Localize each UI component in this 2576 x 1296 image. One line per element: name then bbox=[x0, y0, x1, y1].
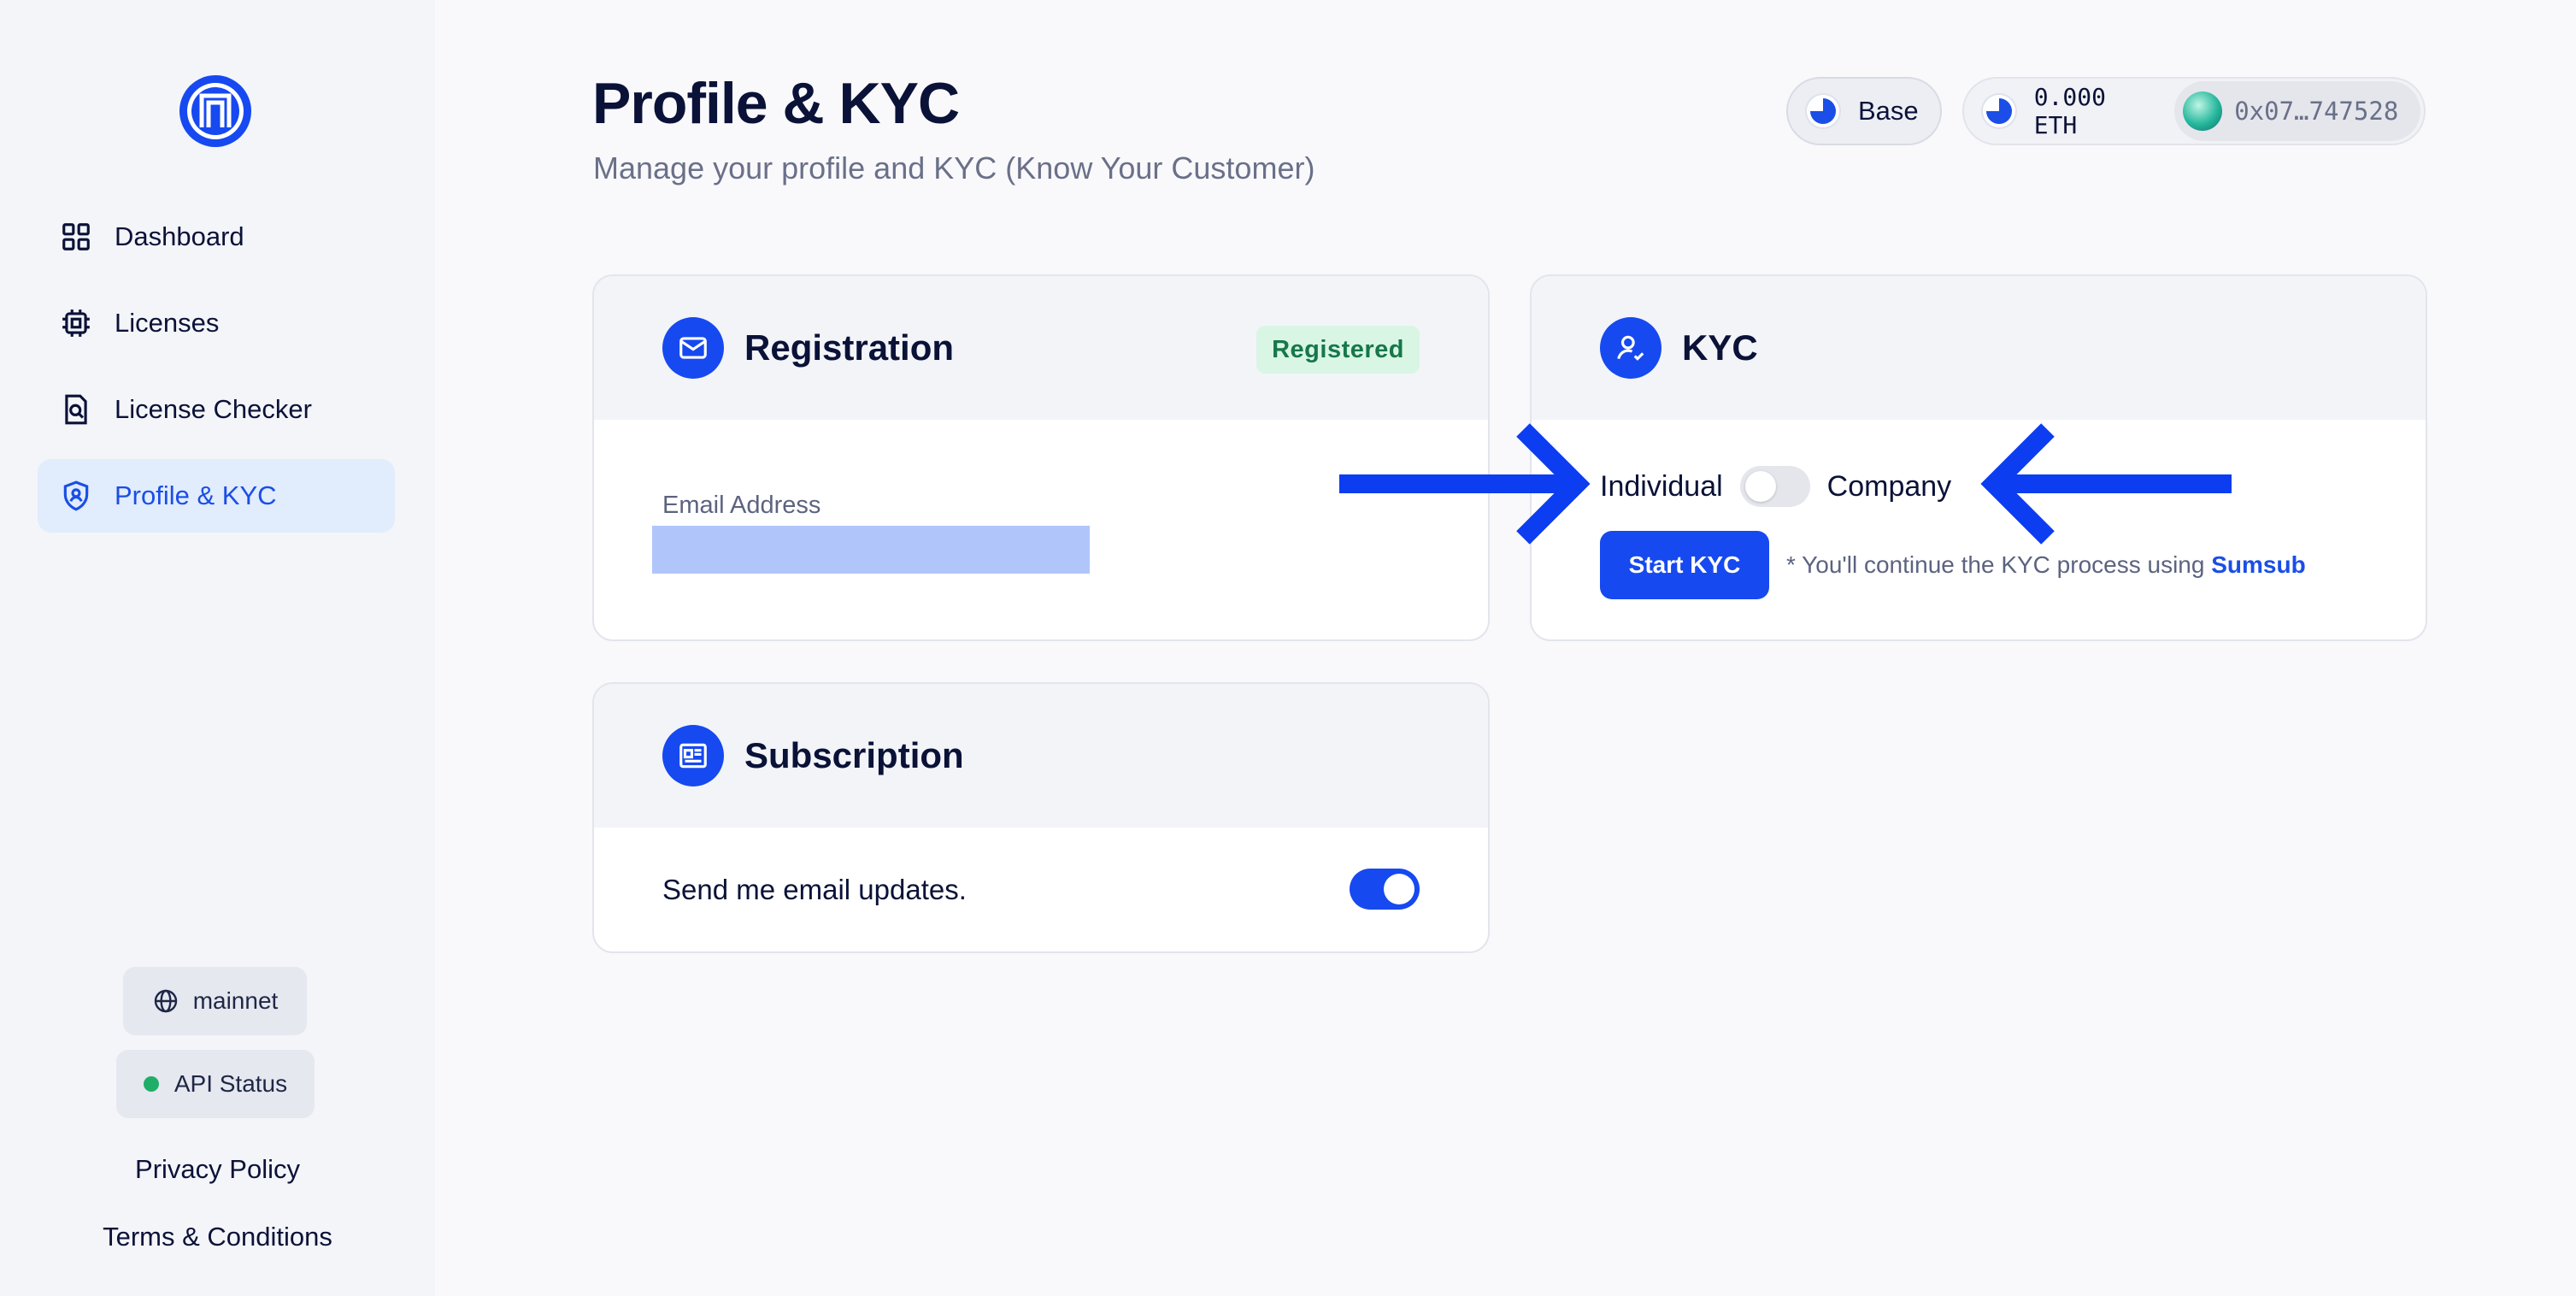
registration-card: Registration Registered Email Address bbox=[592, 274, 1490, 641]
sidebar-item-label: Dashboard bbox=[115, 221, 244, 251]
email-updates-toggle[interactable] bbox=[1350, 869, 1420, 910]
globe-icon bbox=[152, 987, 179, 1015]
sidebar-nav: Dashboard Licenses License Checker Profi… bbox=[38, 200, 395, 545]
email-label: Email Address bbox=[662, 492, 821, 519]
api-status-label: API Status bbox=[173, 1070, 288, 1097]
wallet-address: 0x07…747528 bbox=[2234, 97, 2399, 126]
network-label: mainnet bbox=[192, 987, 279, 1014]
start-kyc-button[interactable]: Start KYC bbox=[1600, 531, 1769, 599]
mail-icon bbox=[662, 317, 724, 379]
chain-label: Base bbox=[1858, 96, 1919, 126]
base-chain-icon bbox=[1981, 93, 2017, 129]
network-selector[interactable]: mainnet bbox=[123, 967, 307, 1035]
sidebar-item-licenses[interactable]: Licenses bbox=[38, 286, 395, 360]
wallet-address-chip[interactable]: 0x07…747528 bbox=[2174, 81, 2420, 141]
document-search-icon bbox=[60, 393, 92, 426]
email-updates-label: Send me email updates. bbox=[662, 874, 967, 905]
status-dot-icon bbox=[143, 1076, 159, 1092]
newspaper-icon bbox=[662, 725, 724, 786]
page-title: Profile & KYC bbox=[592, 71, 960, 136]
avatar-icon bbox=[2183, 91, 2223, 131]
kyc-card: KYC Individual Company Start KYC * You'l… bbox=[1530, 274, 2427, 641]
subscription-title: Subscription bbox=[744, 735, 964, 775]
registration-card-header: Registration Registered bbox=[594, 276, 1488, 420]
sidebar-item-label: Licenses bbox=[115, 308, 220, 338]
sidebar: Dashboard Licenses License Checker Profi… bbox=[0, 0, 435, 1296]
email-value-redacted bbox=[652, 526, 1090, 574]
kyc-note: * You'll continue the KYC process using … bbox=[1786, 551, 2306, 579]
wallet-button[interactable]: 0.000 ETH 0x07…747528 bbox=[1962, 77, 2426, 145]
status-badge: Registered bbox=[1256, 326, 1420, 374]
base-chain-icon bbox=[1805, 93, 1841, 129]
sidebar-item-profile-kyc[interactable]: Profile & KYC bbox=[38, 459, 395, 533]
sumsub-link[interactable]: Sumsub bbox=[2211, 551, 2305, 578]
subscription-card-header: Subscription bbox=[594, 684, 1488, 828]
terms-link[interactable]: Terms & Conditions bbox=[0, 1222, 435, 1252]
api-status-button[interactable]: API Status bbox=[116, 1050, 315, 1118]
kyc-title: KYC bbox=[1682, 327, 1758, 368]
subscription-card: Subscription Send me email updates. bbox=[592, 682, 1490, 953]
sidebar-item-license-checker[interactable]: License Checker bbox=[38, 373, 395, 446]
sidebar-item-dashboard[interactable]: Dashboard bbox=[38, 200, 395, 274]
chip-icon bbox=[60, 307, 92, 339]
dashboard-grid-icon bbox=[60, 221, 92, 253]
user-shield-icon bbox=[60, 480, 92, 512]
page-subtitle: Manage your profile and KYC (Know Your C… bbox=[593, 150, 1315, 186]
kyc-note-text: * You'll continue the KYC process using bbox=[1786, 551, 2212, 578]
kyc-card-header: KYC bbox=[1532, 276, 2426, 420]
registration-title: Registration bbox=[744, 327, 955, 368]
user-check-icon bbox=[1600, 317, 1661, 379]
kyc-option-individual[interactable]: Individual bbox=[1600, 470, 1723, 504]
sidebar-item-label: Profile & KYC bbox=[115, 480, 277, 510]
sidebar-item-label: License Checker bbox=[115, 394, 312, 424]
wallet-balance: 0.000 ETH bbox=[2033, 83, 2106, 139]
kyc-type-switch: Individual Company bbox=[1600, 466, 1951, 507]
privacy-policy-link[interactable]: Privacy Policy bbox=[0, 1154, 435, 1185]
kyc-option-company[interactable]: Company bbox=[1827, 470, 1952, 504]
kyc-type-toggle[interactable] bbox=[1739, 466, 1810, 507]
app-logo-icon[interactable] bbox=[177, 73, 254, 150]
chain-selector-button[interactable]: Base bbox=[1786, 77, 1942, 145]
